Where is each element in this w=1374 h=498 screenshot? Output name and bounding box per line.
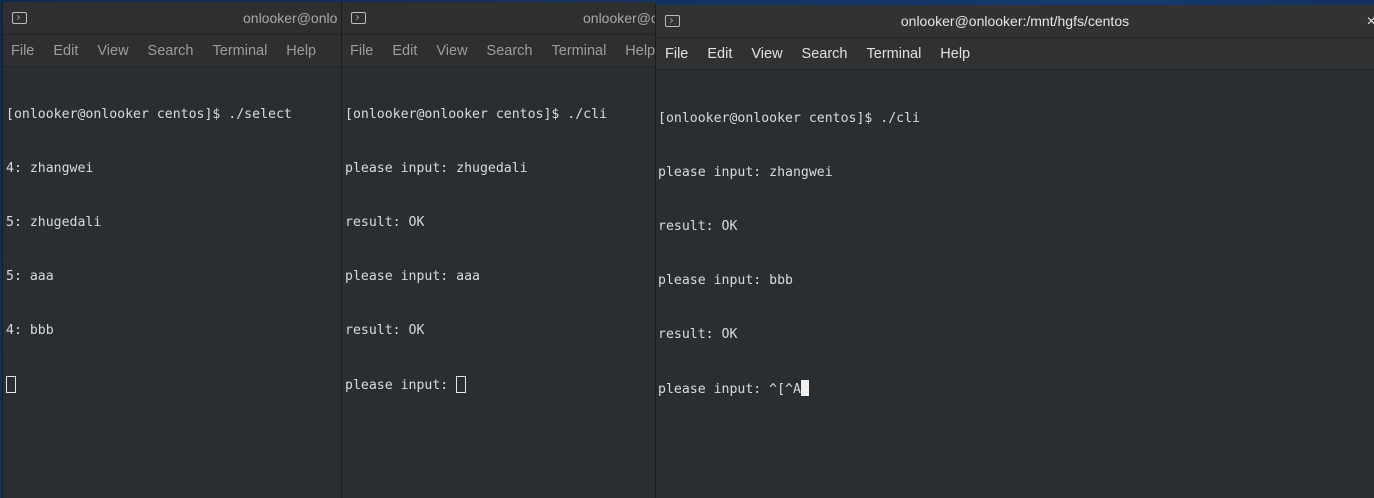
menu-search[interactable]: Search [148, 43, 194, 59]
menubar: File Edit View Search Terminal Help [656, 38, 1374, 70]
menu-file[interactable]: File [350, 43, 373, 59]
terminal-window-cli-2[interactable]: onlooker@onlooker:/mnt/hgfs/centos × Fil… [655, 5, 1374, 498]
terminal-output[interactable]: [onlooker@onlooker centos]$ ./cli please… [342, 67, 657, 430]
menu-terminal[interactable]: Terminal [552, 43, 607, 59]
terminal-line: 5: aaa [6, 269, 54, 284]
terminal-prompt-line [6, 376, 344, 394]
terminal-line: 4: bbb [6, 323, 54, 338]
terminal-line: [onlooker@onlooker centos]$ ./select [6, 107, 292, 122]
terminal-prompt-line: please input: [345, 376, 657, 394]
terminal-output[interactable]: [onlooker@onlooker centos]$ ./cli please… [656, 70, 1374, 434]
menu-terminal[interactable]: Terminal [867, 46, 922, 62]
terminal-icon[interactable] [351, 12, 366, 24]
terminal-output[interactable]: [onlooker@onlooker centos]$ ./select 4: … [3, 67, 344, 430]
prompt-text: please input: ^[^A [658, 382, 801, 397]
menu-file[interactable]: File [11, 43, 34, 59]
menu-search[interactable]: Search [802, 46, 848, 62]
menu-edit[interactable]: Edit [392, 43, 417, 59]
menu-help[interactable]: Help [940, 46, 970, 62]
terminal-window-select[interactable]: onlooker@onlo File Edit View Search Term… [2, 2, 344, 498]
menu-search[interactable]: Search [487, 43, 533, 59]
terminal-line: please input: zhangwei [658, 165, 833, 180]
window-title: onlooker@onlooker:/mnt/hgfs/centos [900, 13, 1130, 29]
terminal-prompt-line: please input: ^[^A [658, 380, 1374, 398]
menu-edit[interactable]: Edit [53, 43, 78, 59]
menu-view[interactable]: View [97, 43, 128, 59]
menu-help[interactable]: Help [625, 43, 655, 59]
terminal-line: 5: zhugedali [6, 215, 102, 230]
menu-file[interactable]: File [665, 46, 688, 62]
titlebar[interactable]: onlooker@onlo [3, 2, 344, 35]
menubar: File Edit View Search Terminal Help [3, 35, 344, 67]
menu-terminal[interactable]: Terminal [213, 43, 268, 59]
terminal-line: please input: aaa [345, 269, 480, 284]
menu-help[interactable]: Help [286, 43, 316, 59]
terminal-line: result: OK [345, 215, 425, 230]
terminal-window-cli-1[interactable]: onlooker@o File Edit View Search Termina… [341, 2, 657, 498]
menu-view[interactable]: View [751, 46, 782, 62]
terminal-line: result: OK [658, 219, 738, 234]
menu-edit[interactable]: Edit [707, 46, 732, 62]
prompt-text: please input: [345, 378, 457, 393]
text-cursor [456, 376, 467, 393]
terminal-line: [onlooker@onlooker centos]$ ./cli [345, 107, 608, 122]
window-title: onlooker@onlo [243, 10, 338, 26]
terminal-line: result: OK [345, 323, 425, 338]
terminal-line: [onlooker@onlooker centos]$ ./cli [658, 111, 921, 126]
text-cursor [800, 380, 809, 396]
text-cursor [6, 376, 16, 393]
terminal-line: 4: zhangwei [6, 161, 94, 176]
terminal-icon[interactable] [12, 12, 27, 24]
terminal-line: please input: zhugedali [345, 161, 528, 176]
terminal-line: please input: bbb [658, 273, 793, 288]
terminal-line: result: OK [658, 327, 738, 342]
window-title: onlooker@o [583, 10, 657, 26]
menu-view[interactable]: View [436, 43, 467, 59]
titlebar[interactable]: onlooker@o [342, 2, 657, 35]
menubar: File Edit View Search Terminal Help [342, 35, 657, 67]
close-icon[interactable]: × [1367, 5, 1374, 38]
titlebar[interactable]: onlooker@onlooker:/mnt/hgfs/centos × [656, 5, 1374, 38]
